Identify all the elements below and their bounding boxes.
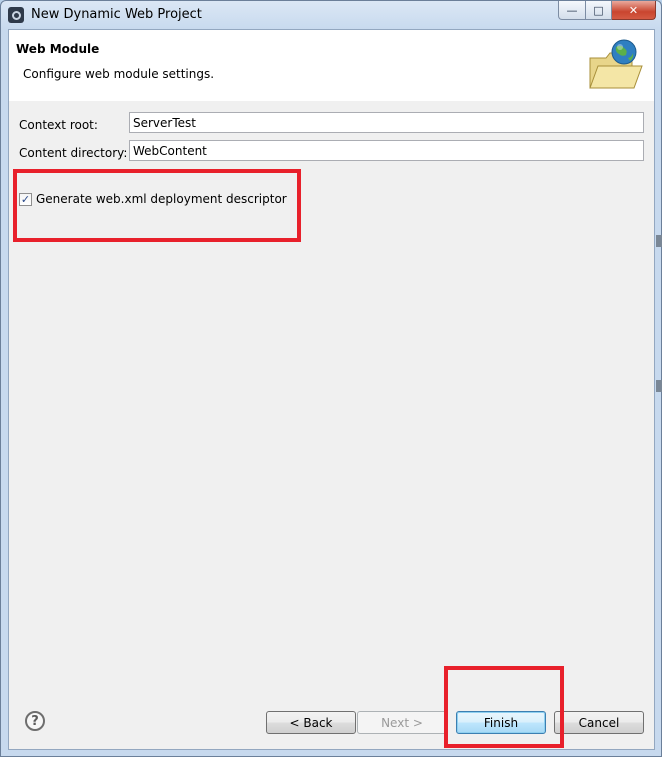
content-directory-label: Content directory: [19,146,128,160]
minimize-icon: — [566,3,578,17]
finish-button-label: Finish [483,715,519,730]
scroll-marker [656,235,662,247]
cancel-button[interactable]: Cancel [554,711,644,734]
scroll-marker [656,380,662,392]
title-bar[interactable]: New Dynamic Web Project — □ ✕ [1,1,661,29]
web-project-folder-globe-icon [589,39,643,89]
eclipse-icon [8,7,24,23]
banner-separator [9,100,654,101]
generate-descriptor-checkbox[interactable]: ✓ [19,192,32,206]
window-controls: — □ ✕ [558,1,656,21]
context-root-input[interactable] [129,112,644,133]
finish-button[interactable]: Finish [456,711,546,734]
maximize-icon: □ [593,3,604,17]
maximize-button[interactable]: □ [586,1,612,20]
context-root-label: Context root: [19,118,98,132]
checkmark-icon: ✓ [20,192,31,206]
page-description: Configure web module settings. [23,67,215,81]
help-button[interactable]: ? [25,711,45,731]
next-button-label: Next > [381,715,423,730]
next-button: Next > [357,711,447,734]
window-title: New Dynamic Web Project [31,7,202,22]
generate-descriptor-label: Generate web.xml deployment descriptor [36,192,287,206]
dialog-client-area: Web Module Configure web module settings… [8,29,655,750]
minimize-button[interactable]: — [558,1,586,20]
dialog-window: New Dynamic Web Project — □ ✕ Web Module… [0,0,662,757]
page-title: Web Module [16,42,100,56]
generate-descriptor-option[interactable]: ✓ Generate web.xml deployment descriptor [19,192,287,206]
back-button[interactable]: < Back [266,711,356,734]
close-button[interactable]: ✕ [612,1,656,20]
wizard-banner: Web Module Configure web module settings… [9,30,654,101]
back-button-label: < Back [289,715,333,730]
close-icon: ✕ [628,3,639,17]
help-icon: ? [31,713,39,729]
cancel-button-label: Cancel [578,715,620,730]
content-directory-input[interactable] [129,140,644,161]
